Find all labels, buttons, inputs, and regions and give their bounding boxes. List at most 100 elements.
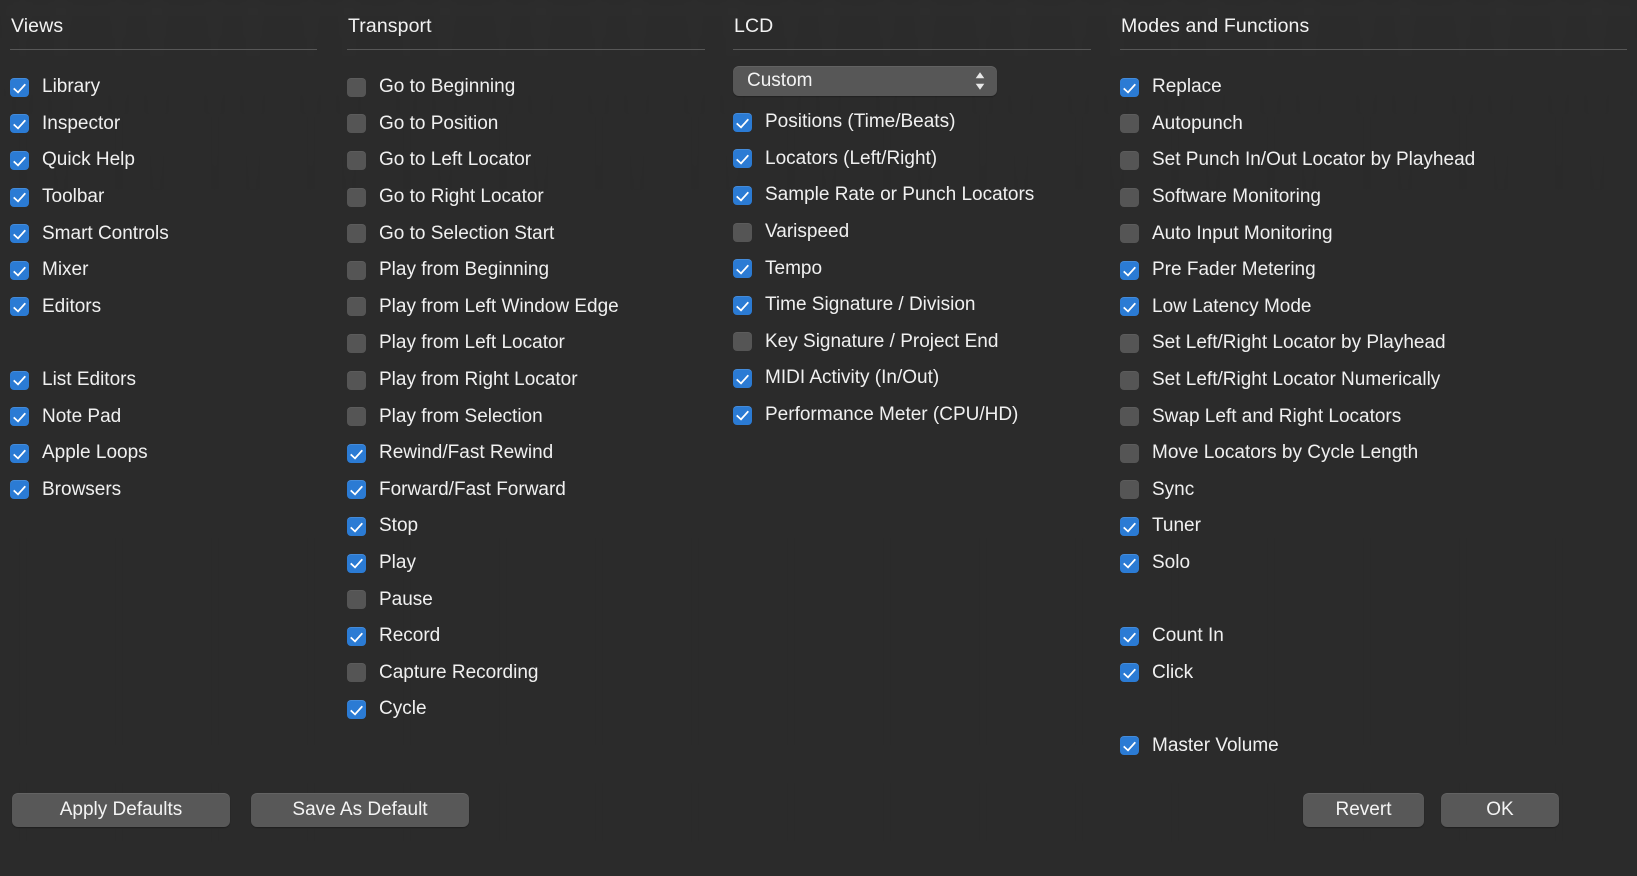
checkbox-row[interactable]: Quick Help bbox=[10, 142, 317, 179]
checkbox-pre-fader-metering[interactable] bbox=[1120, 260, 1139, 280]
checkbox-cycle[interactable] bbox=[347, 699, 366, 719]
checkbox-software-monitoring[interactable] bbox=[1120, 187, 1139, 207]
checkbox-list-editors[interactable] bbox=[10, 370, 29, 390]
checkbox-row[interactable]: Replace bbox=[1120, 69, 1627, 106]
checkbox-row[interactable]: Capture Recording bbox=[347, 655, 705, 692]
checkbox-row[interactable]: MIDI Activity (In/Out) bbox=[733, 360, 1091, 397]
checkbox-key-signature-project-end[interactable] bbox=[733, 332, 752, 352]
checkbox-click[interactable] bbox=[1120, 663, 1139, 683]
checkbox-row[interactable]: Set Left/Right Locator Numerically bbox=[1120, 362, 1627, 399]
checkbox-row[interactable]: Master Volume bbox=[1120, 728, 1627, 765]
checkbox-row[interactable]: Play bbox=[347, 545, 705, 582]
checkbox-note-pad[interactable] bbox=[10, 407, 29, 427]
checkbox-row[interactable]: Auto Input Monitoring bbox=[1120, 215, 1627, 252]
checkbox-sample-rate-or-punch-locators[interactable] bbox=[733, 185, 752, 205]
checkbox-play[interactable] bbox=[347, 553, 366, 573]
checkbox-low-latency-mode[interactable] bbox=[1120, 297, 1139, 317]
checkbox-row[interactable]: Set Left/Right Locator by Playhead bbox=[1120, 325, 1627, 362]
checkbox-row[interactable]: Autopunch bbox=[1120, 106, 1627, 143]
checkbox-mixer[interactable] bbox=[10, 260, 29, 280]
checkbox-row[interactable]: Positions (Time/Beats) bbox=[733, 104, 1091, 141]
checkbox-row[interactable]: Count In bbox=[1120, 618, 1627, 655]
checkbox-row[interactable]: Play from Left Window Edge bbox=[347, 289, 705, 326]
checkbox-row[interactable]: Go to Right Locator bbox=[347, 179, 705, 216]
checkbox-row[interactable]: Editors bbox=[10, 289, 317, 326]
checkbox-go-to-right-locator[interactable] bbox=[347, 187, 366, 207]
checkbox-library[interactable] bbox=[10, 77, 29, 97]
checkbox-row[interactable]: Apple Loops bbox=[10, 435, 317, 472]
checkbox-row[interactable]: Solo bbox=[1120, 545, 1627, 582]
checkbox-row[interactable]: Time Signature / Division bbox=[733, 287, 1091, 324]
checkbox-row[interactable]: Varispeed bbox=[733, 214, 1091, 251]
checkbox-row[interactable]: Rewind/Fast Rewind bbox=[347, 435, 705, 472]
checkbox-row[interactable]: Go to Position bbox=[347, 106, 705, 143]
checkbox-play-from-selection[interactable] bbox=[347, 407, 366, 427]
checkbox-row[interactable]: Go to Beginning bbox=[347, 69, 705, 106]
checkbox-row[interactable]: Pause bbox=[347, 581, 705, 618]
checkbox-row[interactable]: Library bbox=[10, 69, 317, 106]
checkbox-row[interactable]: Sample Rate or Punch Locators bbox=[733, 177, 1091, 214]
checkbox-solo[interactable] bbox=[1120, 553, 1139, 573]
checkbox-browsers[interactable] bbox=[10, 480, 29, 500]
checkbox-row[interactable]: Stop bbox=[347, 508, 705, 545]
checkbox-row[interactable]: Play from Right Locator bbox=[347, 362, 705, 399]
checkbox-auto-input-monitoring[interactable] bbox=[1120, 224, 1139, 244]
checkbox-master-volume[interactable] bbox=[1120, 736, 1139, 756]
checkbox-row[interactable]: Tempo bbox=[733, 250, 1091, 287]
checkbox-forward-fast-forward[interactable] bbox=[347, 480, 366, 500]
checkbox-row[interactable]: Cycle bbox=[347, 691, 705, 728]
checkbox-row[interactable]: Move Locators by Cycle Length bbox=[1120, 435, 1627, 472]
checkbox-set-left-right-locator-by-playhead[interactable] bbox=[1120, 333, 1139, 353]
checkbox-tuner[interactable] bbox=[1120, 516, 1139, 536]
checkbox-pause[interactable] bbox=[347, 590, 366, 610]
checkbox-row[interactable]: Mixer bbox=[10, 252, 317, 289]
checkbox-row[interactable]: Low Latency Mode bbox=[1120, 289, 1627, 326]
checkbox-record[interactable] bbox=[347, 626, 366, 646]
checkbox-row[interactable]: Inspector bbox=[10, 106, 317, 143]
checkbox-go-to-beginning[interactable] bbox=[347, 77, 366, 97]
checkbox-go-to-selection-start[interactable] bbox=[347, 224, 366, 244]
checkbox-time-signature-division[interactable] bbox=[733, 295, 752, 315]
apply-defaults-button[interactable]: Apply Defaults bbox=[12, 793, 230, 827]
checkbox-row[interactable]: Go to Left Locator bbox=[347, 142, 705, 179]
checkbox-row[interactable]: Record bbox=[347, 618, 705, 655]
checkbox-count-in[interactable] bbox=[1120, 626, 1139, 646]
lcd-preset-popup-button[interactable]: Custom bbox=[733, 66, 997, 96]
checkbox-row[interactable]: Play from Left Locator bbox=[347, 325, 705, 362]
checkbox-row[interactable]: Sync bbox=[1120, 472, 1627, 509]
checkbox-autopunch[interactable] bbox=[1120, 114, 1139, 134]
checkbox-set-punch-in-out-locator-by-playhead[interactable] bbox=[1120, 150, 1139, 170]
checkbox-play-from-left-locator[interactable] bbox=[347, 333, 366, 353]
checkbox-play-from-left-window-edge[interactable] bbox=[347, 297, 366, 317]
checkbox-positions-time-beats[interactable] bbox=[733, 112, 752, 132]
checkbox-sync[interactable] bbox=[1120, 480, 1139, 500]
checkbox-swap-left-and-right-locators[interactable] bbox=[1120, 407, 1139, 427]
checkbox-row[interactable]: Smart Controls bbox=[10, 215, 317, 252]
checkbox-editors[interactable] bbox=[10, 297, 29, 317]
checkbox-inspector[interactable] bbox=[10, 114, 29, 134]
revert-button[interactable]: Revert bbox=[1303, 793, 1424, 827]
checkbox-row[interactable]: Locators (Left/Right) bbox=[733, 141, 1091, 178]
checkbox-row[interactable]: Note Pad bbox=[10, 398, 317, 435]
checkbox-performance-meter-cpu-hd[interactable] bbox=[733, 405, 752, 425]
save-as-default-button[interactable]: Save As Default bbox=[251, 793, 469, 827]
checkbox-row[interactable]: Play from Beginning bbox=[347, 252, 705, 289]
ok-button[interactable]: OK bbox=[1441, 793, 1559, 827]
checkbox-row[interactable]: List Editors bbox=[10, 362, 317, 399]
checkbox-tempo[interactable] bbox=[733, 259, 752, 279]
checkbox-row[interactable]: Pre Fader Metering bbox=[1120, 252, 1627, 289]
checkbox-row[interactable]: Software Monitoring bbox=[1120, 179, 1627, 216]
checkbox-apple-loops[interactable] bbox=[10, 443, 29, 463]
checkbox-varispeed[interactable] bbox=[733, 222, 752, 242]
checkbox-row[interactable]: Browsers bbox=[10, 472, 317, 509]
checkbox-move-locators-by-cycle-length[interactable] bbox=[1120, 443, 1139, 463]
checkbox-row[interactable]: Play from Selection bbox=[347, 398, 705, 435]
checkbox-row[interactable]: Key Signature / Project End bbox=[733, 324, 1091, 361]
checkbox-row[interactable]: Click bbox=[1120, 655, 1627, 692]
checkbox-play-from-right-locator[interactable] bbox=[347, 370, 366, 390]
checkbox-stop[interactable] bbox=[347, 516, 366, 536]
checkbox-row[interactable]: Go to Selection Start bbox=[347, 215, 705, 252]
checkbox-row[interactable]: Tuner bbox=[1120, 508, 1627, 545]
checkbox-row[interactable]: Forward/Fast Forward bbox=[347, 472, 705, 509]
checkbox-capture-recording[interactable] bbox=[347, 663, 366, 683]
